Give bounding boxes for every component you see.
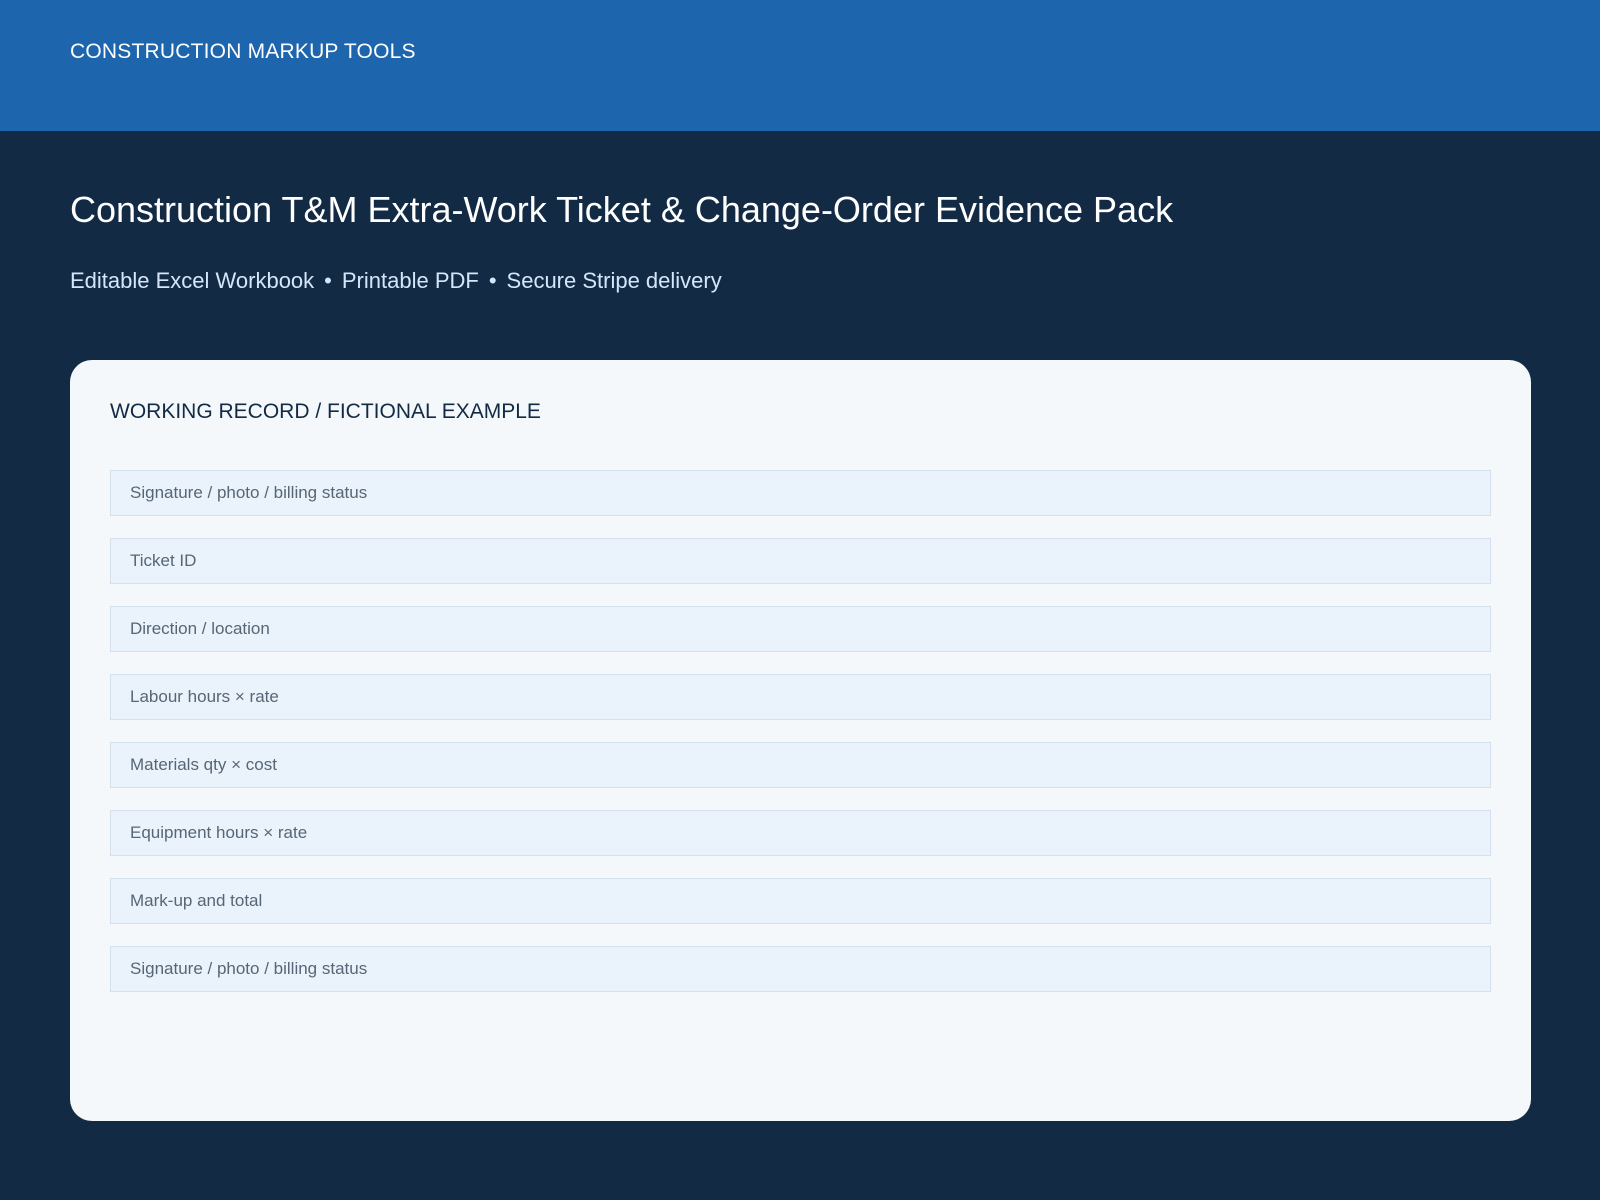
bullet-separator: •	[488, 268, 497, 293]
record-row-markup-total: Mark-up and total	[110, 878, 1491, 924]
record-row-equipment: Equipment hours × rate	[110, 810, 1491, 856]
brand-logo-text[interactable]: CONSTRUCTION MARKUP TOOLS	[70, 40, 416, 64]
record-row-ticket-id: Ticket ID	[110, 538, 1491, 584]
record-row-materials: Materials qty × cost	[110, 742, 1491, 788]
record-row-direction-location: Direction / location	[110, 606, 1491, 652]
record-row-signature-status: Signature / photo / billing status	[110, 470, 1491, 516]
record-row-signature-status-final: Signature / photo / billing status	[110, 946, 1491, 992]
feature-excel-workbook: Editable Excel Workbook	[70, 268, 315, 293]
bullet-separator: •	[324, 268, 332, 293]
top-bar: CONSTRUCTION MARKUP TOOLS	[0, 0, 1600, 131]
card-heading: WORKING RECORD / FICTIONAL EXAMPLE	[110, 400, 541, 423]
record-row-labour: Labour hours × rate	[110, 674, 1491, 720]
record-field-list: Signature / photo / billing status Ticke…	[110, 470, 1491, 1014]
feature-list: Editable Excel Workbook • Printable PDF • Se…	[70, 268, 722, 294]
working-record-card: WORKING RECORD / FICTIONAL EXAMPLE Signa…	[70, 360, 1531, 1121]
page-title: Construction T&M Extra-Work Ticket & Cha…	[70, 189, 1174, 230]
feature-printable-pdf: Printable PDF	[341, 268, 479, 293]
feature-stripe-delivery: Secure Stripe delivery	[506, 268, 722, 293]
